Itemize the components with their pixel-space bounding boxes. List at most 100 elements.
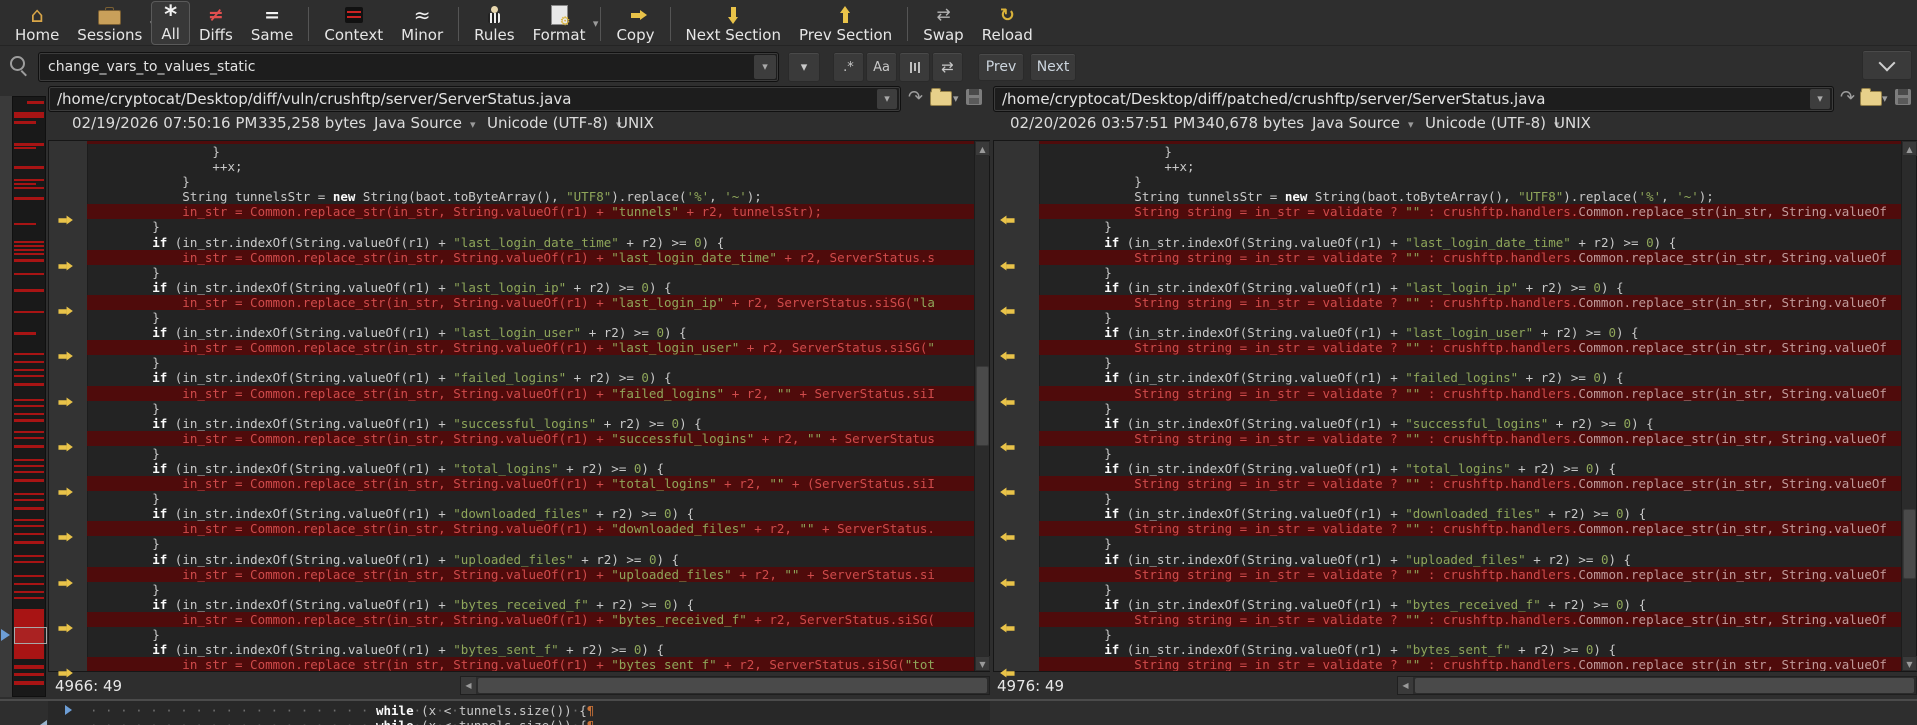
code-line[interactable]: ++x; [1039,159,1901,174]
toolbar-button-sessions[interactable]: Sessions▾ [68,1,155,45]
scroll-up-icon[interactable]: ▲ [1902,141,1917,156]
minimap-viewport-indicator[interactable] [14,627,47,644]
diff-changed-line[interactable]: String string = in_str = validate ? "" :… [1039,657,1901,671]
code-line[interactable]: if (in_str.indexOf(String.valueOf(r1) + … [87,506,974,521]
diff-changed-line[interactable]: String string = in_str = validate ? "" :… [1039,340,1901,356]
right-hscroll-thumb[interactable] [1415,678,1914,693]
toolbar-button-context[interactable]: Context [315,1,392,45]
code-line[interactable]: } [87,401,974,416]
code-line[interactable]: } [87,265,974,280]
code-line[interactable]: } [1039,265,1901,280]
code-line[interactable]: } [87,627,974,642]
diff-changed-line[interactable]: String string = in_str = validate ? "" :… [1039,430,1901,446]
diff-changed-line[interactable]: String string = in_str = validate ? "" :… [1039,476,1901,492]
code-line[interactable]: } [1039,144,1901,159]
code-line[interactable]: } [1039,536,1901,551]
code-line[interactable]: } [1039,491,1901,506]
code-line[interactable]: } [1039,582,1901,597]
scroll-down-icon[interactable]: ▼ [975,656,990,671]
code-line[interactable]: if (in_str.indexOf(String.valueOf(r1) + … [87,235,974,250]
code-line[interactable]: } [87,536,974,551]
diff-changed-line[interactable]: in_str = Common.replace_str(in_str, Stri… [87,611,974,627]
code-line[interactable]: if (in_str.indexOf(String.valueOf(r1) + … [1039,370,1901,385]
left-code-area[interactable]: } ++x; } String tunnelsStr = new String(… [87,141,974,671]
right-revert-icon[interactable]: ↷ [1840,87,1855,108]
caret-down-icon[interactable]: ▾ [593,17,599,30]
left-path-caret-icon[interactable]: ▾ [877,89,897,109]
right-path-caret-icon[interactable]: ▾ [1810,89,1830,109]
diff-changed-line[interactable]: in_str = Common.replace_str(in_str, Stri… [87,657,974,671]
code-line[interactable]: if (in_str.indexOf(String.valueOf(r1) + … [1039,461,1901,476]
wrap-search-toggle[interactable]: ⇄ [932,52,963,82]
code-line[interactable]: if (in_str.indexOf(String.valueOf(r1) + … [87,325,974,340]
code-line[interactable]: ++x; [87,159,974,174]
search-expand-button[interactable] [1862,50,1912,80]
right-code-pane[interactable]: } ++x; } String tunnelsStr = new String(… [993,140,1917,678]
toolbar-button-format[interactable]: Format ▾ [524,1,598,45]
code-line[interactable]: if (in_str.indexOf(String.valueOf(r1) + … [87,597,974,612]
diff-changed-line[interactable]: String string = in_str = validate ? "" :… [1039,566,1901,582]
diff-changed-line[interactable]: in_str = Common.replace_str(in_str, Stri… [87,249,974,265]
right-vscroll-thumb[interactable] [1903,509,1916,579]
code-line[interactable]: if (in_str.indexOf(String.valueOf(r1) + … [1039,506,1901,521]
code-line[interactable]: if (in_str.indexOf(String.valueOf(r1) + … [1039,597,1901,612]
code-line[interactable]: } [87,144,974,159]
code-line[interactable]: if (in_str.indexOf(String.valueOf(r1) + … [87,370,974,385]
diff-changed-line[interactable]: String string = in_str = validate ? "" :… [1039,249,1901,265]
regex-toggle[interactable]: .* [833,52,864,82]
search-input[interactable]: change_vars_to_values_static ▾ [38,52,779,82]
diff-changed-line[interactable]: in_str = Common.replace_str(in_str, Stri… [87,385,974,401]
toolbar-button-rules[interactable]: Rules [465,1,523,45]
diff-changed-line[interactable]: String string = in_str = validate ? "" :… [1039,294,1901,311]
code-line[interactable]: } [1039,355,1901,370]
left-vscroll-thumb[interactable] [976,366,989,446]
toolbar-button-swap[interactable]: ⇄ Swap [914,1,973,45]
right-open-folder-icon[interactable] [1860,88,1882,110]
code-line[interactable]: if (in_str.indexOf(String.valueOf(r1) + … [87,280,974,295]
toolbar-button-same[interactable]: = Same [242,1,303,45]
code-line[interactable]: if (in_str.indexOf(String.valueOf(r1) + … [1039,552,1901,567]
match-case-toggle[interactable]: Aa [866,52,897,82]
code-line[interactable]: } [87,446,974,461]
right-save-icon[interactable] [1895,89,1911,109]
diff-changed-line[interactable]: in_str = Common.replace_str(in_str, Stri… [87,430,974,446]
code-line[interactable]: if (in_str.indexOf(String.valueOf(r1) + … [87,461,974,476]
diff-changed-line[interactable]: String string = in_str = validate ? "" :… [1039,611,1901,627]
code-line[interactable]: if (in_str.indexOf(String.valueOf(r1) + … [1039,325,1901,340]
scroll-left-icon[interactable]: ◀ [1398,677,1413,694]
left-revert-icon[interactable]: ↷ [908,87,923,108]
left-file-encoding-dropdown[interactable]: Unicode (UTF-8) ▾ [487,114,622,138]
diff-changed-line[interactable]: in_str = Common.replace_str(in_str, Stri… [87,521,974,537]
toolbar-button-next-section[interactable]: Next Section [677,1,790,45]
diff-changed-line[interactable]: String string = in_str = validate ? "" :… [1039,521,1901,537]
right-file-type-dropdown[interactable]: Java Source ▾ [1312,114,1414,138]
find-next-button[interactable]: Next [1030,53,1076,81]
left-file-path-combo[interactable]: /home/cryptocat/Desktop/diff/vuln/crushf… [48,86,901,112]
left-horizontal-scrollbar[interactable]: ◀ [460,676,990,695]
right-vertical-scrollbar[interactable]: ▲ ▼ [1901,141,1917,671]
find-prev-button[interactable]: Prev [978,53,1024,81]
diff-changed-line[interactable]: in_str = Common.replace_str(in_str, Stri… [87,294,974,311]
toolbar-button-minor[interactable]: ≈ Minor [392,1,452,45]
diff-changed-line[interactable]: String string = in_str = validate ? "" :… [1039,204,1901,220]
code-line[interactable]: } [1039,401,1901,416]
toolbar-button-reload[interactable]: ↻ Reload [973,1,1042,45]
right-file-encoding-dropdown[interactable]: Unicode (UTF-8) ▾ [1425,114,1560,138]
code-line[interactable]: if (in_str.indexOf(String.valueOf(r1) + … [1039,416,1901,431]
diff-changed-line[interactable]: in_str = Common.replace_str(in_str, Stri… [87,340,974,356]
right-folder-caret-icon[interactable]: ▾ [1882,92,1888,105]
right-code-area[interactable]: } ++x; } String tunnelsStr = new String(… [1039,141,1901,671]
toolbar-button-diffs[interactable]: ≠ Diffs [190,1,242,45]
search-history-caret-icon[interactable]: ▾ [754,55,776,79]
left-code-pane[interactable]: } ++x; } String tunnelsStr = new String(… [48,140,990,678]
diff-changed-line[interactable]: in_str = Common.replace_str(in_str, Stri… [87,566,974,582]
code-line[interactable]: } [1039,174,1901,189]
right-file-path-combo[interactable]: /home/cryptocat/Desktop/diff/patched/cru… [993,86,1834,112]
code-line[interactable]: if (in_str.indexOf(String.valueOf(r1) + … [1039,642,1901,657]
left-folder-caret-icon[interactable]: ▾ [953,92,959,105]
search-scope-dropdown[interactable]: ▾ [788,52,820,82]
diff-changed-line[interactable]: in_str = Common.replace_str(in_str, Stri… [87,476,974,492]
scroll-left-icon[interactable]: ◀ [461,677,476,694]
code-line[interactable]: String tunnelsStr = new String(baot.toBy… [87,189,974,204]
code-line[interactable]: if (in_str.indexOf(String.valueOf(r1) + … [87,552,974,567]
